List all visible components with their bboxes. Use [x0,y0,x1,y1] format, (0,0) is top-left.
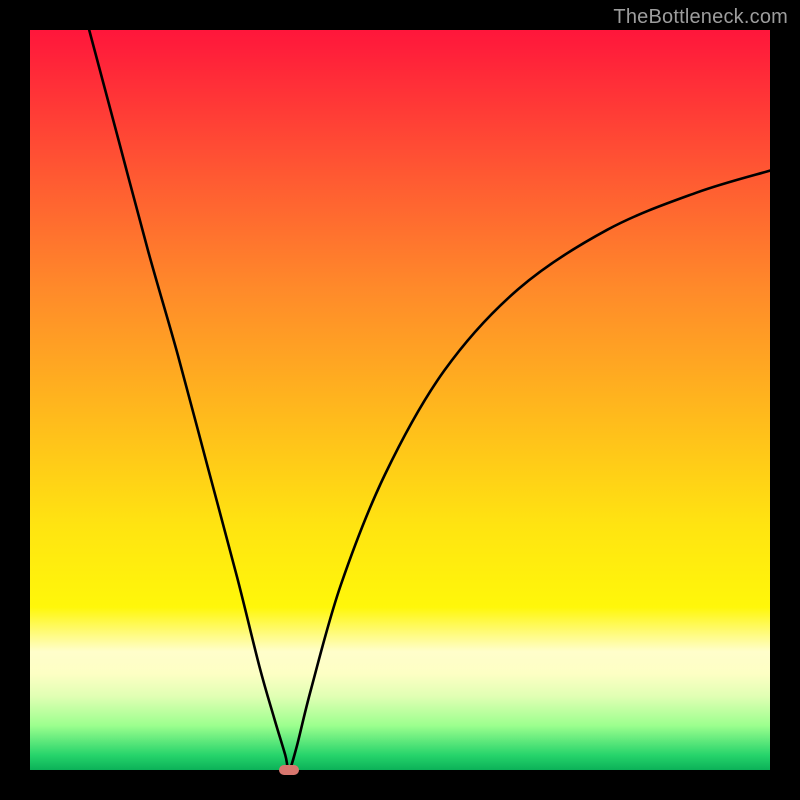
minimum-marker [279,765,299,775]
watermark-text: TheBottleneck.com [613,6,788,29]
bottleneck-curve [89,30,770,770]
chart-frame: TheBottleneck.com [0,0,800,800]
chart-plot-area [30,30,770,770]
curve-svg [30,30,770,770]
